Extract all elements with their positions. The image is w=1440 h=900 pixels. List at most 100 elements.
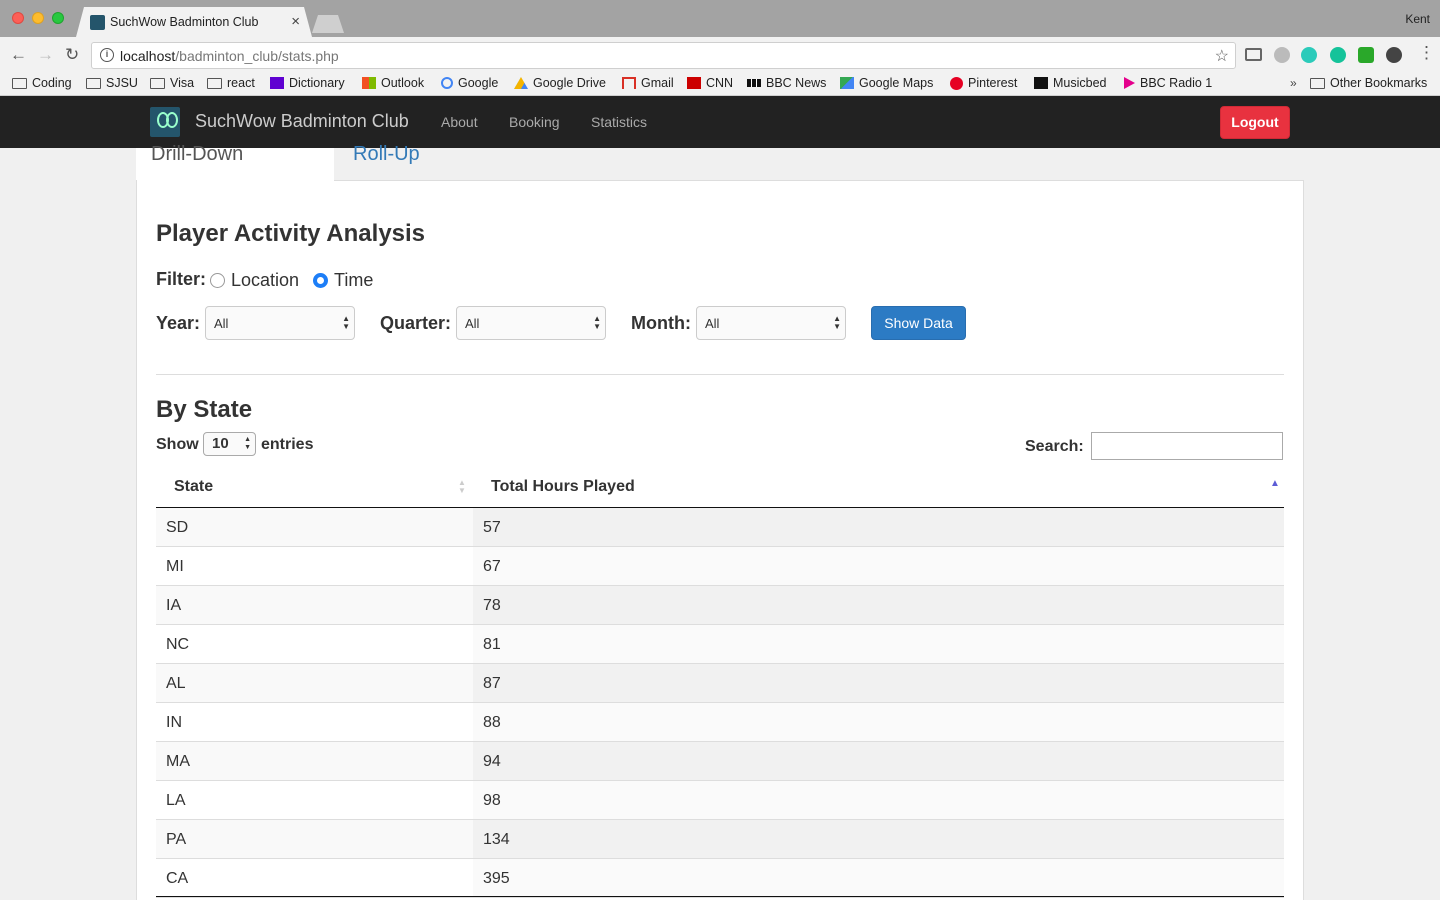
quarter-label: Quarter: bbox=[380, 313, 452, 333]
brand-link[interactable]: SuchWow Badminton Club bbox=[195, 111, 409, 132]
cnn-icon bbox=[687, 77, 701, 89]
nav-about[interactable]: About bbox=[441, 114, 478, 130]
yahoo-icon bbox=[270, 77, 284, 89]
page-title: Player Activity Analysis bbox=[156, 220, 426, 247]
year-select[interactable]: All ▲ ▼ bbox=[205, 306, 355, 340]
cell-hours: 67 bbox=[473, 547, 1284, 585]
menu-kebab-icon[interactable]: ⋮ bbox=[1418, 43, 1435, 63]
browser-tabstrip: SuchWow Badminton Club × Kent bbox=[0, 0, 1440, 37]
bookmark-sjsu[interactable]: SJSU bbox=[86, 76, 138, 90]
bookmark-bbc-news[interactable]: BBC News bbox=[747, 76, 826, 90]
badminton-logo-icon[interactable] bbox=[150, 107, 180, 137]
column-header-state[interactable]: State bbox=[174, 478, 213, 496]
cell-hours: 57 bbox=[473, 508, 1284, 546]
bookmark-react[interactable]: react bbox=[207, 76, 255, 90]
nav-statistics[interactable]: Statistics bbox=[591, 114, 647, 130]
divider bbox=[156, 374, 1284, 375]
drive-icon bbox=[514, 77, 528, 89]
window-minimize-button[interactable] bbox=[32, 12, 44, 24]
nav-booking[interactable]: Booking bbox=[509, 114, 560, 130]
bookmark-pinterest[interactable]: Pinterest bbox=[950, 76, 1017, 90]
column-header-hours[interactable]: Total Hours Played bbox=[491, 478, 635, 496]
bookmark-musicbed[interactable]: Musicbed bbox=[1034, 76, 1107, 90]
bookmarks-bar: Coding SJSU Visa react Dictionary Outloo… bbox=[0, 73, 1440, 96]
maps-icon bbox=[840, 77, 854, 89]
logout-button[interactable]: Logout bbox=[1220, 106, 1290, 139]
quarter-select[interactable]: All ▲ ▼ bbox=[456, 306, 606, 340]
sort-both-icon[interactable]: ▲ ▼ bbox=[458, 479, 466, 495]
filter-location-label[interactable]: Location bbox=[231, 270, 299, 291]
cell-state: PA bbox=[156, 820, 473, 858]
cell-state: IA bbox=[156, 586, 473, 624]
tab-title: SuchWow Badminton Club bbox=[110, 15, 259, 29]
month-label: Month: bbox=[631, 313, 691, 333]
bookmark-bbc-radio-1[interactable]: BBC Radio 1 bbox=[1124, 76, 1212, 90]
select-arrows-icon: ▲ ▼ bbox=[342, 314, 350, 331]
bookmark-google-maps[interactable]: Google Maps bbox=[840, 76, 933, 90]
musicbed-icon bbox=[1034, 77, 1048, 89]
filter-time-label[interactable]: Time bbox=[334, 270, 373, 291]
cast-icon[interactable] bbox=[1245, 48, 1262, 61]
tab-drill-down[interactable]: Drill-Down bbox=[151, 143, 243, 166]
table-row: MI 67 bbox=[156, 547, 1284, 586]
bookmark-coding[interactable]: Coding bbox=[12, 76, 72, 90]
pinterest-icon bbox=[950, 76, 963, 90]
window-close-button[interactable] bbox=[12, 12, 24, 24]
tab-close-icon[interactable]: × bbox=[291, 13, 300, 30]
cell-hours: 81 bbox=[473, 625, 1284, 663]
site-navbar: SuchWow Badminton Club About Booking Sta… bbox=[0, 96, 1440, 148]
reload-icon[interactable]: ↻ bbox=[65, 45, 79, 65]
bookmark-dictionary[interactable]: Dictionary bbox=[270, 76, 345, 90]
cell-hours: 94 bbox=[473, 742, 1284, 780]
filter-label: Filter: bbox=[156, 269, 207, 289]
info-icon[interactable]: i bbox=[100, 48, 114, 62]
bookmark-google-drive[interactable]: Google Drive bbox=[514, 76, 606, 90]
outlook-icon bbox=[362, 77, 376, 89]
table-row: IN 88 bbox=[156, 703, 1284, 742]
page-length-select[interactable]: 10 ▲ ▼ bbox=[203, 432, 256, 456]
window-maximize-button[interactable] bbox=[52, 12, 64, 24]
folder-icon bbox=[12, 77, 27, 89]
profile-name[interactable]: Kent bbox=[1405, 12, 1430, 26]
filter-time-radio[interactable] bbox=[313, 273, 328, 288]
gmail-icon bbox=[622, 77, 636, 89]
grammarly-icon[interactable] bbox=[1330, 47, 1346, 63]
month-select[interactable]: All ▲ ▼ bbox=[696, 306, 846, 340]
year-value: All bbox=[214, 316, 229, 331]
show-data-button[interactable]: Show Data bbox=[871, 306, 966, 340]
extension-m-icon[interactable] bbox=[1301, 47, 1317, 63]
cell-state: NC bbox=[166, 636, 190, 653]
back-arrow-icon[interactable]: ← bbox=[10, 45, 27, 65]
extension-dark-icon[interactable] bbox=[1386, 47, 1402, 63]
table-row: PA 134 bbox=[156, 820, 1284, 859]
browser-tab[interactable]: SuchWow Badminton Club × bbox=[76, 7, 312, 37]
extension-icon[interactable] bbox=[1274, 47, 1290, 63]
tab-roll-up[interactable]: Roll-Up bbox=[353, 143, 420, 166]
entries-label: entries bbox=[261, 436, 314, 453]
cell-state: MA bbox=[156, 742, 473, 780]
folder-icon bbox=[207, 77, 222, 89]
bookmark-gmail[interactable]: Gmail bbox=[622, 76, 674, 90]
new-tab-button[interactable] bbox=[312, 15, 344, 33]
cell-hours: 87 bbox=[473, 664, 1284, 702]
quarter-value: All bbox=[465, 316, 480, 331]
forward-arrow-icon[interactable]: → bbox=[37, 45, 54, 65]
sort-ascending-icon[interactable]: ▲ bbox=[1270, 478, 1280, 489]
bookmark-cnn[interactable]: CNN bbox=[687, 76, 733, 90]
cell-hours: 134 bbox=[473, 820, 1284, 858]
table-row: NC 81 bbox=[156, 625, 1284, 664]
address-bar[interactable]: i localhost/badminton_club/stats.php ☆ bbox=[91, 42, 1236, 69]
bookmark-other[interactable]: Other Bookmarks bbox=[1310, 76, 1427, 90]
panel-border bbox=[334, 180, 1304, 181]
folder-icon bbox=[86, 77, 101, 89]
bookmark-star-icon[interactable]: ☆ bbox=[1215, 46, 1229, 66]
cors-icon[interactable] bbox=[1358, 47, 1374, 63]
bookmark-google[interactable]: Google bbox=[441, 76, 498, 90]
search-input[interactable] bbox=[1091, 432, 1283, 460]
bookmark-visa[interactable]: Visa bbox=[150, 76, 194, 90]
filter-location-radio[interactable] bbox=[210, 273, 225, 288]
url-text: localhost/badminton_club/stats.php bbox=[120, 48, 339, 64]
bookmarks-overflow-icon[interactable]: » bbox=[1290, 76, 1297, 90]
cell-hours: 98 bbox=[473, 781, 1284, 819]
bookmark-outlook[interactable]: Outlook bbox=[362, 76, 424, 90]
